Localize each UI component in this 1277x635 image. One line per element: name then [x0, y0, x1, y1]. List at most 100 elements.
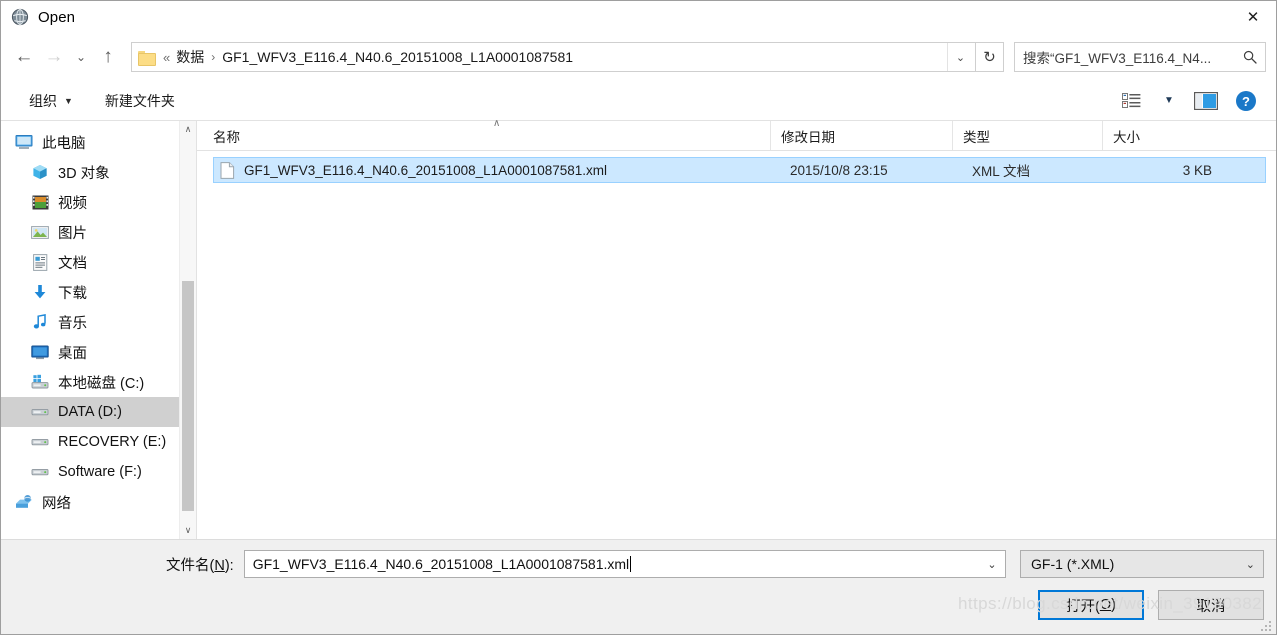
sidebar-item-label: 文档 [58, 255, 87, 272]
network-icon [15, 493, 33, 511]
resize-grip[interactable] [1261, 619, 1273, 631]
sidebar-item-label: RECOVERY (E:) [58, 434, 167, 450]
sidebar-item-network[interactable]: 网络 [1, 487, 196, 517]
windows-drive-icon [31, 373, 49, 391]
sidebar-item-label: DATA (D:) [58, 404, 122, 420]
xml-file-icon [220, 161, 235, 179]
drive-icon [31, 403, 49, 421]
open-button[interactable]: 打开(O) [1038, 590, 1144, 620]
sidebar-item-label: Software (F:) [58, 464, 142, 480]
sidebar-item-recovery-e[interactable]: RECOVERY (E:) [1, 427, 196, 457]
scrollbar-thumb[interactable] [182, 281, 194, 511]
sidebar-item-documents[interactable]: 文档 [1, 247, 196, 277]
download-icon [31, 283, 49, 301]
sidebar-scrollbar[interactable]: ∧ ∨ [179, 121, 196, 539]
recent-locations-chevron-down-icon[interactable]: ⌄ [69, 42, 93, 72]
monitor-icon [15, 133, 33, 151]
column-header-date[interactable]: 修改日期 [771, 121, 953, 150]
text-cursor [630, 556, 632, 572]
chevron-down-icon: ⌄ [1245, 558, 1255, 571]
table-row[interactable]: GF1_WFV3_E116.4_N40.6_20151008_L1A000108… [213, 157, 1266, 183]
sidebar-item-software-f[interactable]: Software (F:) [1, 457, 196, 487]
sidebar-item-label: 此电脑 [42, 135, 86, 152]
organize-button[interactable]: 组织 ▼ [21, 87, 81, 115]
filename-label-prefix: 文件名( [166, 557, 215, 574]
organize-label: 组织 [29, 92, 57, 109]
sidebar-list: 此电脑 3D 对象 视频 图片 文档 下载 音乐 桌面 本地磁盘 (C:) DA… [1, 121, 196, 517]
navigation-sidebar: 此电脑 3D 对象 视频 图片 文档 下载 音乐 桌面 本地磁盘 (C:) DA… [1, 121, 197, 539]
preview-pane-icon[interactable] [1186, 87, 1226, 115]
cell-type: XML 文档 [972, 164, 1031, 179]
forward-icon[interactable]: → [39, 42, 69, 72]
column-header-name-label: 名称 [213, 129, 240, 145]
view-list-icon[interactable] [1112, 87, 1152, 115]
sidebar-item-local-disk-c[interactable]: 本地磁盘 (C:) [1, 367, 196, 397]
new-folder-button[interactable]: 新建文件夹 [97, 87, 183, 115]
sidebar-item-videos[interactable]: 视频 [1, 187, 196, 217]
address-bar[interactable]: « 数据 › GF1_WFV3_E116.4_N40.6_20151008_L1… [131, 42, 976, 72]
cell-size: 3 KB [1182, 162, 1212, 178]
sidebar-item-label: 下载 [58, 285, 87, 302]
column-header-row: 名称 ∧ 修改日期 类型 大小 [197, 119, 1276, 151]
sidebar-item-data-d[interactable]: DATA (D:) [1, 397, 196, 427]
help-icon[interactable]: ? [1226, 87, 1266, 115]
chevron-down-icon: ▼ [64, 95, 73, 106]
sidebar-item-3d-objects[interactable]: 3D 对象 [1, 157, 196, 187]
filename-label-accel: N [214, 557, 225, 574]
sidebar-item-music[interactable]: 音乐 [1, 307, 196, 337]
file-rows: GF1_WFV3_E116.4_N40.6_20151008_L1A000108… [197, 151, 1276, 539]
cell-date: 2015/10/8 23:15 [790, 162, 888, 178]
dialog-body: 此电脑 3D 对象 视频 图片 文档 下载 音乐 桌面 本地磁盘 (C:) DA… [1, 119, 1276, 539]
svg-text:?: ? [1242, 94, 1250, 109]
sidebar-item-this-pc[interactable]: 此电脑 [1, 127, 196, 157]
scroll-down-icon[interactable]: ∨ [180, 522, 196, 539]
sidebar-item-label: 3D 对象 [58, 165, 110, 182]
view-chevron-down-icon[interactable]: ▼ [1152, 87, 1186, 115]
sidebar-item-label: 音乐 [58, 315, 87, 332]
cell-name: GF1_WFV3_E116.4_N40.6_20151008_L1A000108… [244, 162, 608, 178]
up-icon[interactable]: ↑ [93, 42, 123, 72]
file-list-pane: 名称 ∧ 修改日期 类型 大小 GF1_WFV3_E116.4_N40.6_20… [197, 119, 1276, 539]
breadcrumb-overflow-icon[interactable]: « [161, 50, 174, 65]
filename-label: 文件名(N): [166, 554, 244, 575]
title-bar: Open ✕ [1, 1, 1276, 33]
column-header-name[interactable]: 名称 ∧ [203, 119, 771, 150]
dialog-footer: 文件名(N): GF1_WFV3_E116.4_N40.6_20151008_L… [1, 539, 1276, 634]
column-header-type[interactable]: 类型 [953, 121, 1103, 150]
refresh-icon[interactable]: ↻ [976, 42, 1004, 72]
sidebar-item-label: 桌面 [58, 345, 87, 362]
filename-input[interactable]: GF1_WFV3_E116.4_N40.6_20151008_L1A000108… [243, 550, 1006, 578]
sidebar-item-pictures[interactable]: 图片 [1, 217, 196, 247]
address-chevron-down-icon[interactable]: ⌄ [947, 43, 973, 71]
sidebar-item-label: 网络 [42, 495, 71, 512]
breadcrumb-separator-0[interactable]: › [206, 50, 220, 64]
sidebar-item-label: 视频 [58, 195, 87, 212]
drive-icon [31, 463, 49, 481]
filetype-value: GF-1 (*.XML) [1031, 556, 1115, 572]
video-icon [31, 193, 49, 211]
cube-icon [31, 163, 49, 181]
breadcrumb-item-0[interactable]: 数据 [174, 47, 206, 67]
filetype-select[interactable]: GF-1 (*.XML) ⌄ [1020, 550, 1264, 578]
column-header-size[interactable]: 大小 [1103, 121, 1203, 150]
folder-icon [138, 50, 156, 66]
close-icon[interactable]: ✕ [1230, 2, 1276, 33]
window-title: Open [38, 8, 76, 26]
scroll-up-icon[interactable]: ∧ [180, 121, 196, 138]
filename-chevron-down-icon[interactable]: ⌄ [979, 551, 1005, 577]
picture-icon [31, 223, 49, 241]
desktop-icon [31, 343, 49, 361]
back-icon[interactable]: ← [9, 42, 39, 72]
footer-button-row: 打开(O) 取消 [1, 578, 1276, 620]
sidebar-item-label: 本地磁盘 (C:) [58, 375, 145, 392]
breadcrumb-item-1[interactable]: GF1_WFV3_E116.4_N40.6_20151008_L1A000108… [220, 49, 575, 65]
sidebar-item-label: 图片 [58, 225, 87, 242]
drive-icon [31, 433, 49, 451]
sidebar-item-desktop[interactable]: 桌面 [1, 337, 196, 367]
cancel-button[interactable]: 取消 [1158, 590, 1264, 620]
filename-value: GF1_WFV3_E116.4_N40.6_20151008_L1A000108… [252, 556, 630, 572]
search-input[interactable]: 搜索“GF1_WFV3_E116.4_N4... [1023, 47, 1241, 67]
sidebar-item-downloads[interactable]: 下载 [1, 277, 196, 307]
music-icon [31, 313, 49, 331]
search-box[interactable]: 搜索“GF1_WFV3_E116.4_N4... [1014, 42, 1266, 72]
